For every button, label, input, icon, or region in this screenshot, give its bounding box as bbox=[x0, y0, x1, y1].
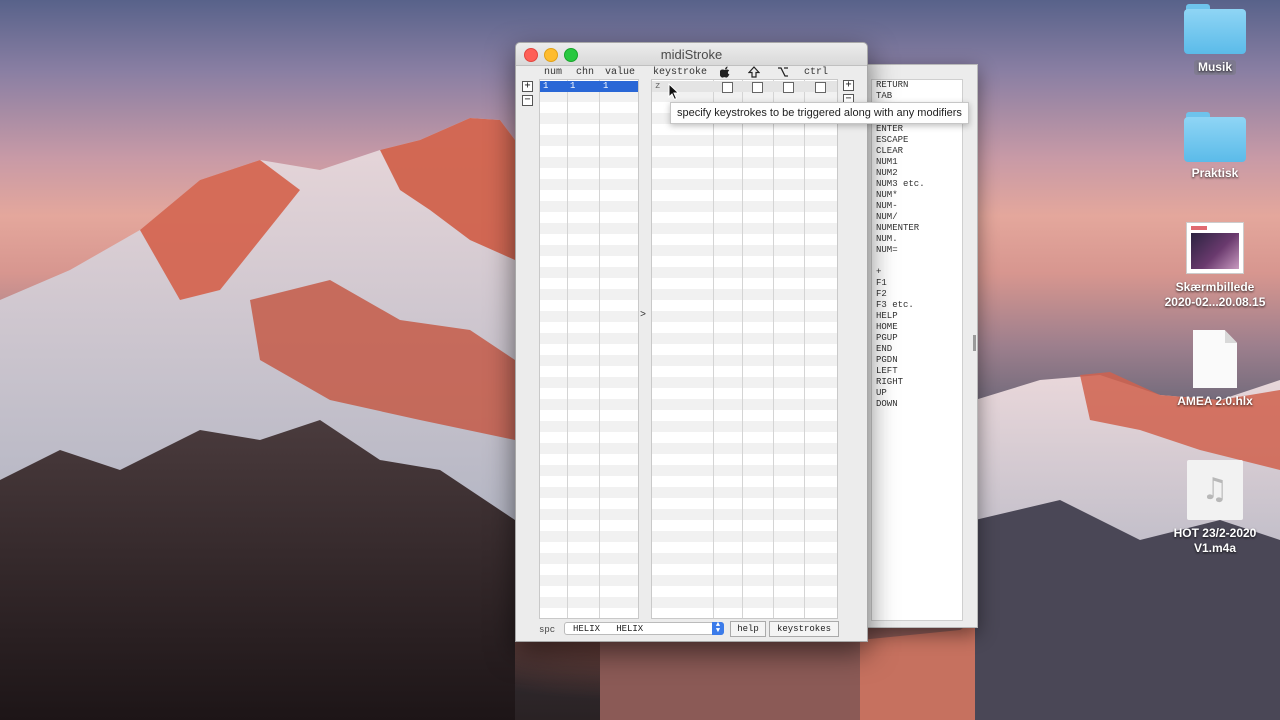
list-item[interactable]: F1 bbox=[872, 278, 962, 289]
list-item[interactable]: DOWN bbox=[872, 399, 962, 410]
list-item[interactable]: NUM1 bbox=[872, 157, 962, 168]
list-item[interactable]: PGUP bbox=[872, 333, 962, 344]
midi-input-table[interactable]: 1 1 1 bbox=[539, 79, 639, 619]
midi-device-value: HELIX HELIX bbox=[573, 624, 644, 634]
help-button[interactable]: help bbox=[730, 621, 766, 637]
shift-modifier-checkbox[interactable] bbox=[752, 82, 763, 93]
list-item[interactable]: PGDN bbox=[872, 355, 962, 366]
desktop-item-label: Musik bbox=[1193, 60, 1236, 75]
desktop-item-label: Praktisk bbox=[1191, 166, 1239, 180]
table-cell-num[interactable]: 1 bbox=[541, 81, 548, 92]
desktop-audio-file[interactable]: ♫ HOT 23/2-2020 V1.m4a bbox=[1145, 460, 1280, 556]
column-header-keystroke: keystroke bbox=[653, 67, 708, 78]
midistroke-window: midiStroke num chn value keystroke ctrl … bbox=[515, 42, 868, 642]
folder-icon bbox=[1184, 4, 1246, 54]
folder-icon bbox=[1184, 112, 1246, 162]
ctrl-modifier-checkbox[interactable] bbox=[815, 82, 826, 93]
column-header-chn: chn bbox=[576, 67, 595, 78]
midi-device-select[interactable]: HELIX HELIX ▲ ▼ bbox=[564, 622, 724, 635]
desktop-item-label-line2: 2020-02...20.08.15 bbox=[1164, 295, 1266, 309]
list-item[interactable]: RIGHT bbox=[872, 377, 962, 388]
list-item[interactable]: UP bbox=[872, 388, 962, 399]
list-item[interactable]: NUM3 etc. bbox=[872, 179, 962, 190]
column-header-num: num bbox=[544, 67, 563, 78]
mouse-cursor-icon bbox=[668, 83, 680, 101]
list-item[interactable]: HELP bbox=[872, 311, 962, 322]
desktop-amea-file[interactable]: AMEA 2.0.hlx bbox=[1145, 330, 1280, 409]
desktop-item-label: HOT 23/2-2020 bbox=[1173, 526, 1257, 540]
keystroke-list-window[interactable]: RETURN TAB ENTER ESCAPE CLEAR NUM1 NUM2 … bbox=[862, 64, 978, 628]
table-column-chn bbox=[567, 80, 600, 618]
remove-row-left-button[interactable]: − bbox=[522, 95, 533, 106]
keystroke-tooltip: specify keystrokes to be triggered along… bbox=[670, 102, 969, 124]
table-column-option bbox=[773, 80, 805, 618]
desktop-screenshot-file[interactable]: Skærmbillede 2020-02...20.08.15 bbox=[1145, 222, 1280, 310]
option-modifier-checkbox[interactable] bbox=[783, 82, 794, 93]
desktop-folder-musik[interactable]: Musik bbox=[1145, 4, 1280, 76]
keystrokes-button[interactable]: keystrokes bbox=[769, 621, 839, 637]
list-item[interactable]: F2 bbox=[872, 289, 962, 300]
table-column-num bbox=[540, 80, 568, 618]
document-icon bbox=[1193, 330, 1237, 388]
table-cell-value[interactable]: 1 bbox=[601, 81, 608, 92]
list-item[interactable]: NUM/ bbox=[872, 212, 962, 223]
table-row-selected[interactable] bbox=[540, 81, 638, 92]
column-header-ctrl: ctrl bbox=[804, 67, 829, 78]
list-item[interactable]: F3 etc. bbox=[872, 300, 962, 311]
title-bar[interactable]: midiStroke bbox=[516, 43, 867, 66]
list-item[interactable]: NUM- bbox=[872, 201, 962, 212]
list-item[interactable]: NUM2 bbox=[872, 168, 962, 179]
list-item[interactable]: LEFT bbox=[872, 366, 962, 377]
add-row-right-button[interactable]: + bbox=[843, 80, 854, 91]
add-row-left-button[interactable]: + bbox=[522, 81, 533, 92]
bottom-toolbar: spc HELIX HELIX ▲ ▼ help keystrokes bbox=[516, 621, 867, 641]
table-column-shift bbox=[742, 80, 774, 618]
list-item[interactable]: NUM. bbox=[872, 234, 962, 245]
table-column-keystroke bbox=[652, 80, 714, 618]
list-item[interactable]: NUM= bbox=[872, 245, 962, 256]
keystroke-list[interactable]: RETURN TAB ENTER ESCAPE CLEAR NUM1 NUM2 … bbox=[871, 79, 963, 621]
list-item[interactable]: RETURN bbox=[872, 80, 962, 91]
list-item[interactable]: HOME bbox=[872, 322, 962, 333]
list-item[interactable]: CLEAR bbox=[872, 146, 962, 157]
list-item[interactable]: ESCAPE bbox=[872, 135, 962, 146]
window-title: midiStroke bbox=[660, 47, 723, 62]
table-column-cmd bbox=[713, 80, 743, 618]
list-item[interactable]: TAB bbox=[872, 91, 962, 102]
music-file-icon: ♫ bbox=[1187, 460, 1243, 520]
list-item[interactable]: ENTER bbox=[872, 124, 962, 135]
chevron-updown-icon: ▲ ▼ bbox=[712, 622, 724, 635]
keystroke-input[interactable]: z bbox=[655, 81, 660, 92]
list-item[interactable]: + bbox=[872, 267, 962, 278]
desktop-folder-praktisk[interactable]: Praktisk bbox=[1145, 112, 1280, 181]
column-header-value: value bbox=[605, 67, 636, 78]
desktop-item-label-line2: V1.m4a bbox=[1193, 541, 1237, 555]
list-item[interactable]: NUMENTER bbox=[872, 223, 962, 234]
desktop-item-label: Skærmbillede bbox=[1175, 280, 1255, 294]
spc-label: spc bbox=[539, 625, 556, 635]
keystroke-table[interactable]: z bbox=[651, 79, 838, 619]
cmd-modifier-checkbox[interactable] bbox=[722, 82, 733, 93]
arrow-right-icon: > bbox=[640, 310, 647, 321]
list-item[interactable]: END bbox=[872, 344, 962, 355]
table-cell-chn[interactable]: 1 bbox=[568, 81, 575, 92]
resize-handle[interactable] bbox=[973, 335, 976, 351]
list-item[interactable] bbox=[872, 256, 962, 267]
desktop-item-label: AMEA 2.0.hlx bbox=[1177, 394, 1253, 408]
list-item[interactable]: NUM* bbox=[872, 190, 962, 201]
image-thumbnail-icon bbox=[1186, 222, 1244, 274]
